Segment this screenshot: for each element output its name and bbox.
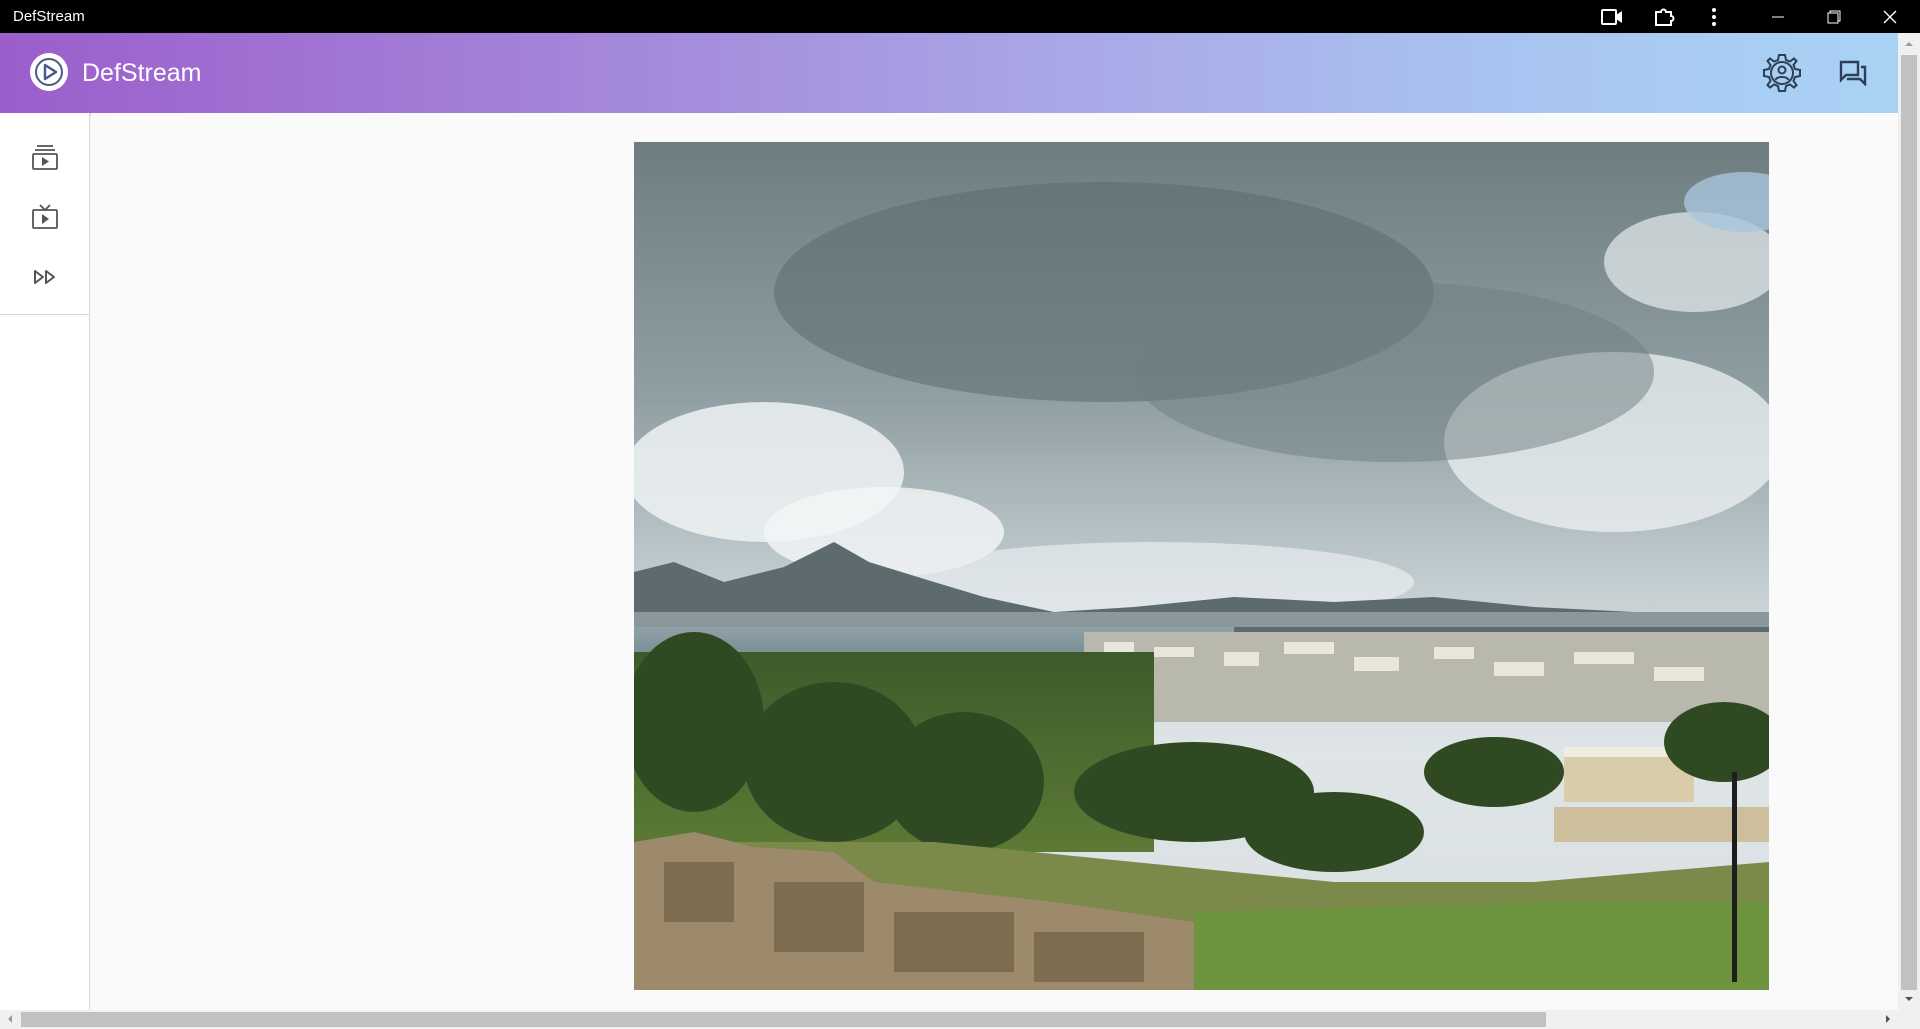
nav-item-fast-forward[interactable]: [0, 247, 90, 307]
horizontal-scrollbar[interactable]: [0, 1010, 1898, 1029]
minimize-icon[interactable]: [1754, 0, 1802, 33]
vertical-scroll-thumb[interactable]: [1901, 55, 1917, 990]
extension-icon[interactable]: [1640, 0, 1688, 33]
app-header: DefStream: [0, 33, 1898, 113]
scroll-left-icon[interactable]: [4, 1013, 16, 1025]
account-settings-icon[interactable]: [1759, 50, 1805, 96]
scroll-up-icon[interactable]: [1903, 38, 1915, 50]
nav-item-playlist[interactable]: [0, 127, 90, 187]
side-navigation: [0, 113, 90, 1010]
main-content: [91, 113, 1898, 1010]
window-title: DefStream: [13, 8, 85, 25]
chat-icon[interactable]: [1830, 50, 1876, 96]
playlist-icon: [32, 145, 58, 170]
window-titlebar: DefStream: [0, 0, 1920, 33]
more-vert-icon[interactable]: [1690, 0, 1738, 33]
scroll-down-icon[interactable]: [1903, 993, 1915, 1005]
fast-forward-icon: [34, 270, 55, 284]
nav-group: [0, 113, 89, 315]
live-tv-icon: [32, 204, 58, 229]
vertical-scrollbar[interactable]: [1898, 33, 1920, 1010]
camera-icon[interactable]: [1588, 0, 1636, 33]
landscape-photo: [634, 142, 1769, 990]
nav-item-live-tv[interactable]: [0, 187, 90, 247]
app-title: DefStream: [82, 59, 202, 87]
horizontal-scroll-thumb[interactable]: [21, 1012, 1546, 1027]
scrollbar-corner: [1898, 1010, 1920, 1029]
restore-icon[interactable]: [1810, 0, 1858, 33]
app-logo-icon[interactable]: [30, 53, 68, 91]
scroll-right-icon[interactable]: [1882, 1013, 1894, 1025]
close-icon[interactable]: [1866, 0, 1914, 33]
